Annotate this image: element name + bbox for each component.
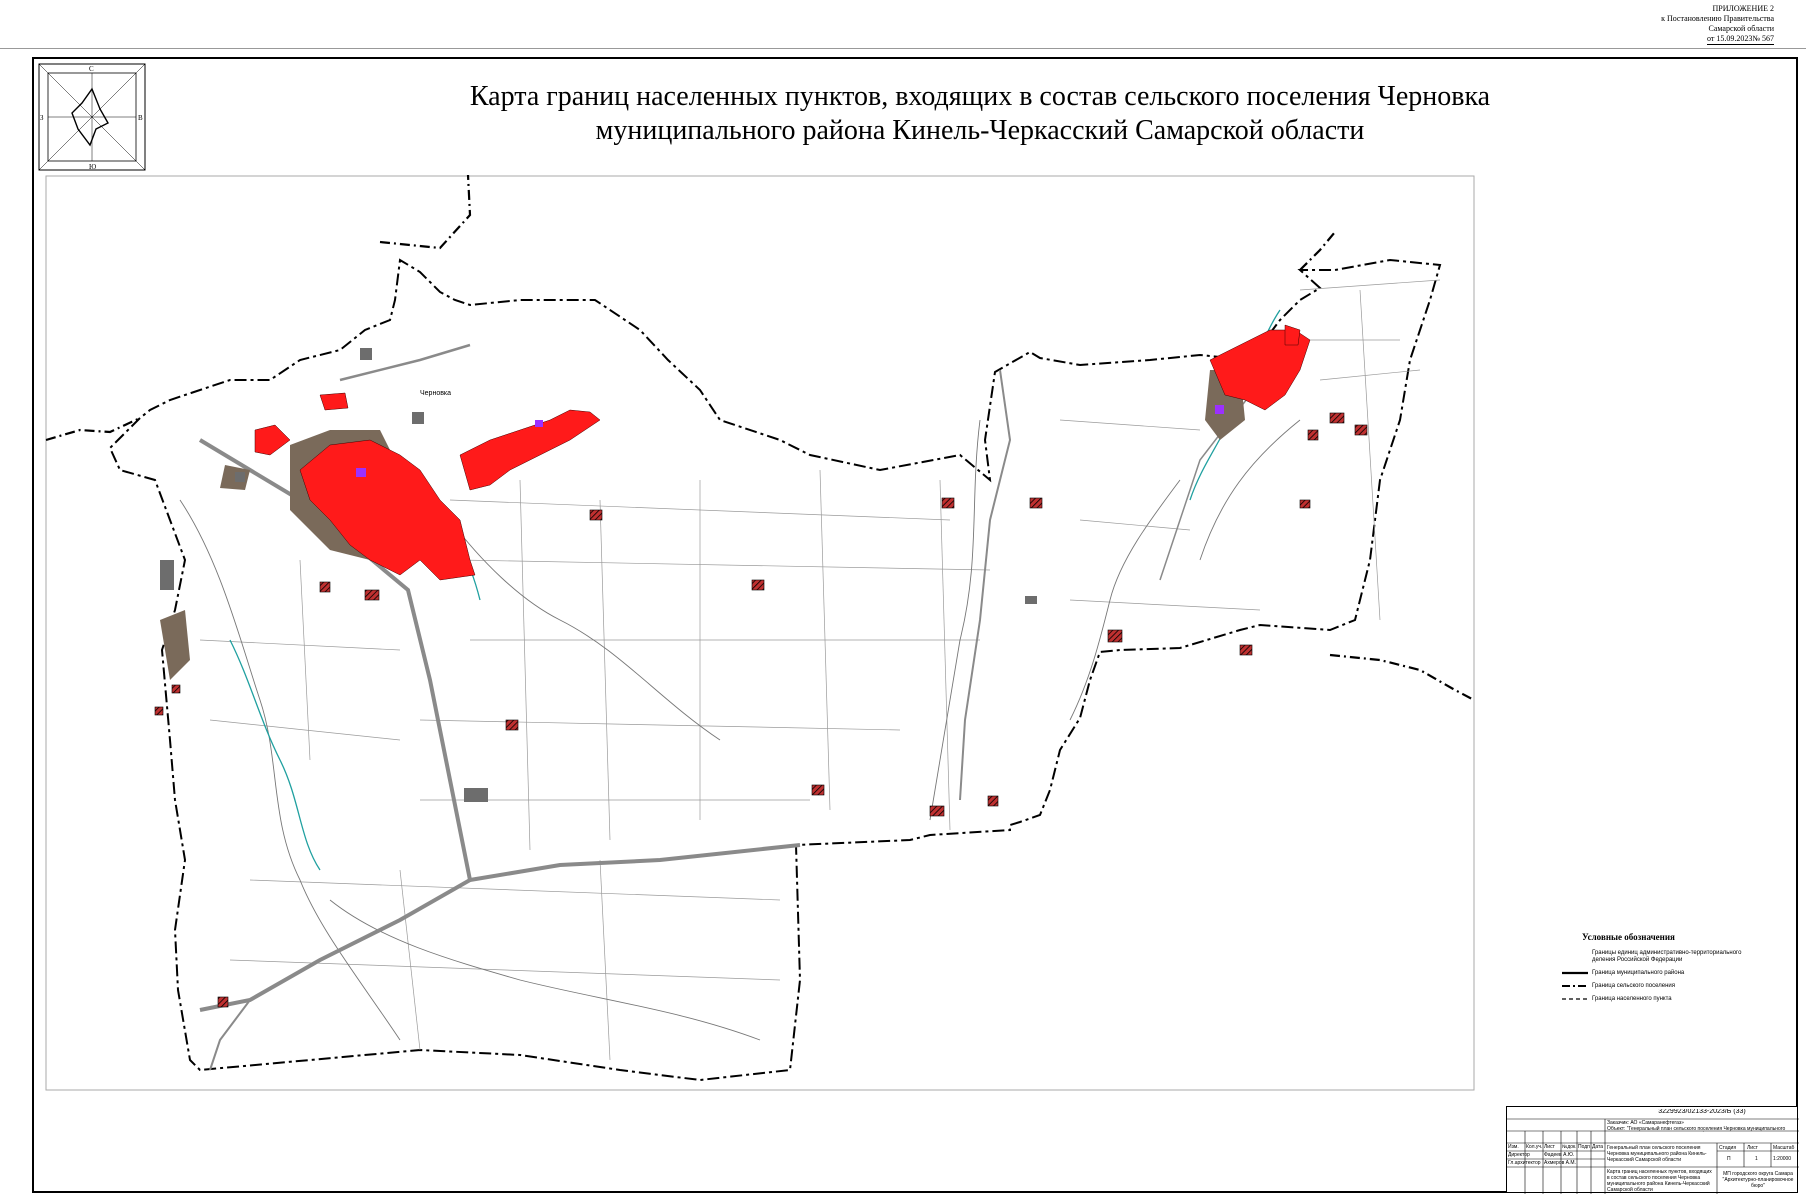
name-architect: Ахмеров А.М. — [1544, 1160, 1576, 1166]
sheet-title: Карта границ населенных пунктов, входящи… — [1607, 1169, 1712, 1193]
name-director: Фадеев А.Ю. — [1544, 1152, 1575, 1158]
legend-title: Условные обозначения — [1582, 932, 1675, 942]
sheet-value: 1 — [1755, 1156, 1758, 1162]
doc-code: 3229923/02133-2023/Б (33) — [1658, 1109, 1746, 1115]
header-col: Дата — [1592, 1144, 1604, 1150]
buildings — [160, 348, 1037, 802]
header-col: №док. — [1562, 1144, 1576, 1150]
legend-symbol-sp-boundary — [1562, 983, 1588, 989]
legend-symbol-admin-boundary — [1562, 950, 1588, 956]
legend-item: Граница населенного пункта — [1562, 996, 1762, 1003]
role-director: Директор — [1508, 1152, 1530, 1158]
header-col: Кол.уч. — [1526, 1144, 1542, 1150]
legend: Условные обозначения Границы единиц адми… — [1562, 932, 1762, 1009]
sheet-label: Лист — [1747, 1145, 1758, 1151]
stage-label: Стадия — [1719, 1145, 1737, 1151]
legend-item: Граница сельского поселения — [1562, 983, 1762, 990]
legend-symbol-np-boundary — [1562, 996, 1588, 1002]
role-architect: Гл.архитектор — [1508, 1160, 1541, 1166]
settlement-areas — [254, 324, 1311, 581]
stage-value: П — [1727, 1156, 1731, 1162]
scale-value: 1:20000 — [1773, 1156, 1792, 1162]
organization: МП городского округа Самара "Архитектурн… — [1722, 1171, 1794, 1189]
legend-label: Границы единиц административно-территори… — [1592, 950, 1742, 963]
object-name: Объект: "Генеральный план сельского посе… — [1607, 1126, 1786, 1132]
forest-areas — [160, 370, 1245, 680]
settlement-label: Черновка — [420, 390, 451, 397]
legend-item: Граница муниципального района — [1562, 970, 1762, 977]
plan-frame — [45, 175, 1475, 1091]
header-col: Лист — [1544, 1144, 1555, 1150]
map-canvas: Черновка — [45, 174, 1475, 1091]
legend-label: Граница населенного пункта — [1592, 996, 1672, 1002]
legend-symbol-district-boundary — [1562, 970, 1588, 976]
scale-label: Масштаб — [1773, 1145, 1795, 1151]
header-col: Подп. — [1578, 1144, 1590, 1150]
header-col: Изм. — [1508, 1144, 1519, 1150]
legend-label: Граница сельского поселения — [1592, 983, 1676, 989]
legend-label: Граница муниципального района — [1592, 970, 1685, 976]
title-block: 3229923/02133-2023/Б (33) Заказчик: АО «… — [1506, 1106, 1799, 1194]
section-name: Генеральный план сельского поселения Чер… — [1607, 1145, 1707, 1163]
legend-item: Границы единиц административно-территори… — [1562, 950, 1762, 964]
